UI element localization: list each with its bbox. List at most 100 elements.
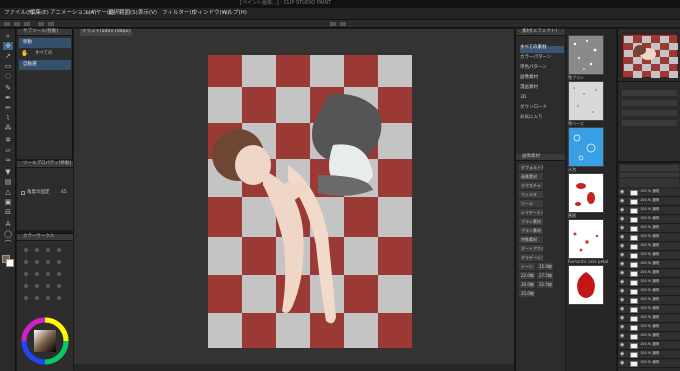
layer-row[interactable]: ◉ 100 % 通常 — [618, 333, 680, 341]
material-category-3d[interactable]: 3D — [520, 95, 564, 103]
material-preset-11[interactable]: トーン — [519, 263, 535, 270]
eye-icon[interactable]: ◉ — [620, 352, 626, 358]
material-preset-6[interactable]: ブラシ素材 — [519, 218, 543, 225]
material-thumb-0[interactable] — [568, 35, 604, 75]
figure-tool-icon[interactable]: △ — [3, 188, 13, 196]
eye-icon[interactable]: ◉ — [620, 361, 626, 367]
material-category-manga[interactable]: 漫画素材 — [520, 85, 564, 93]
pencil-tool-icon[interactable]: ✏ — [3, 104, 13, 112]
material-category-mono-pattern[interactable]: 単色パターン — [520, 65, 564, 73]
eye-icon[interactable]: ◉ — [620, 298, 626, 304]
move-tool-icon[interactable]: ✥ — [3, 42, 13, 50]
eye-icon[interactable]: ◉ — [620, 271, 626, 277]
material-thumb-3[interactable] — [568, 173, 604, 213]
blend-mode-select[interactable] — [620, 165, 679, 171]
ruler-tool-icon[interactable]: ⊟ — [3, 208, 13, 216]
gradient-tool-icon[interactable]: ▤ — [3, 178, 13, 186]
layer-row[interactable]: ◉ 100 % 通常 — [618, 324, 680, 332]
layer-row[interactable]: ◉ 100 % 通常 — [618, 225, 680, 233]
layer-row[interactable]: ◉ 100 % 通常 — [618, 243, 680, 251]
layer-opacity-slider[interactable] — [620, 173, 679, 177]
material-preset-2[interactable]: テクスチャ — [519, 182, 543, 189]
balloon-tool-icon[interactable]: ◯ — [3, 230, 13, 238]
open-icon[interactable] — [14, 22, 20, 26]
material-thumb-4[interactable] — [568, 219, 604, 259]
save-icon[interactable] — [24, 22, 30, 26]
lasso-tool-icon[interactable]: ◌ — [3, 72, 13, 80]
layer-row[interactable]: ◉ 100 % 通常 — [618, 306, 680, 314]
layer-row[interactable]: ◉ 100 % 通常 — [618, 279, 680, 287]
material-preset-small-1[interactable]: 22.0線 — [519, 272, 535, 279]
navigator-preview[interactable] — [623, 35, 678, 78]
layer-row[interactable]: ◉ 100 % 通常 — [618, 189, 680, 197]
blend-tool-icon[interactable]: ≈ — [3, 156, 13, 164]
color-set-grid[interactable] — [21, 244, 69, 314]
eye-icon[interactable]: ◉ — [620, 316, 626, 322]
layer-row[interactable]: ◉ 100 % 通常 — [618, 198, 680, 206]
eye-icon[interactable]: ◉ — [620, 235, 626, 241]
material-category-all[interactable]: すべての素材 — [520, 45, 564, 53]
eye-icon[interactable]: ◉ — [620, 334, 626, 340]
eye-icon[interactable]: ◉ — [620, 208, 626, 214]
layer-row[interactable]: ◉ 100 % 通常 — [618, 297, 680, 305]
material-preset-0[interactable]: デフォルトカラ — [519, 164, 543, 171]
decoration-tool-icon[interactable]: ✲ — [3, 136, 13, 144]
color-wheel[interactable] — [21, 317, 69, 365]
angle-fix-value[interactable]: 45 — [61, 190, 67, 196]
material-thumb-5[interactable] — [568, 265, 604, 305]
rotate-icon[interactable] — [340, 22, 346, 26]
text-tool-icon[interactable]: A — [3, 220, 13, 228]
material-thumb-1[interactable] — [568, 81, 604, 121]
layer-row[interactable]: ◉ 100 % 通常 — [618, 315, 680, 323]
eyedropper-tool-icon[interactable]: ✎ — [3, 84, 13, 92]
eye-icon[interactable]: ◉ — [620, 190, 626, 196]
zoom-icon[interactable] — [330, 22, 336, 26]
eye-icon[interactable]: ◉ — [620, 325, 626, 331]
sub-color-swatch[interactable] — [6, 259, 14, 267]
angle-fix-checkbox[interactable] — [21, 191, 25, 195]
layer-row[interactable]: ◉ 100 % 通常 — [618, 342, 680, 350]
layer-row[interactable]: ◉ 100 % 通常 — [618, 252, 680, 260]
airbrush-tool-icon[interactable]: ⁂ — [3, 124, 13, 132]
illustration-canvas[interactable] — [208, 55, 412, 348]
menu-filter[interactable]: フィルター(I) — [162, 10, 195, 17]
subtool-item-move[interactable]: 移動 — [19, 38, 71, 48]
brush-tool-icon[interactable]: ⌇ — [3, 114, 13, 122]
zoom-tool-icon[interactable]: ⌕ — [3, 32, 13, 40]
menu-edit[interactable]: 編集(E) — [30, 10, 49, 17]
material-preset-small-3[interactable]: 30.0線 — [519, 281, 535, 288]
material-preset-3[interactable]: フィルタ — [519, 191, 543, 198]
eye-icon[interactable]: ◉ — [620, 262, 626, 268]
material-preset-10[interactable]: グラデーション — [519, 254, 543, 261]
menu-view[interactable]: 表示(V) — [138, 10, 157, 17]
eye-icon[interactable]: ◉ — [620, 217, 626, 223]
material-category-image[interactable]: 画像素材 — [520, 75, 564, 83]
pen-tool-icon[interactable]: ✒ — [3, 94, 13, 102]
material-preset-9[interactable]: オートアクション — [519, 245, 543, 252]
eye-icon[interactable]: ◉ — [620, 253, 626, 259]
material-preset-7[interactable]: プラン素材 — [519, 227, 543, 234]
fill-tool-icon[interactable]: ▼ — [3, 168, 13, 176]
eraser-tool-icon[interactable]: ▱ — [3, 146, 13, 154]
eye-icon[interactable]: ◉ — [620, 199, 626, 205]
layer-row[interactable]: ◉ 100 % 通常 — [618, 360, 680, 368]
material-preset-small-0[interactable]: 15.0線 — [537, 263, 553, 270]
layer-row[interactable]: ◉ 100 % 通常 — [618, 216, 680, 224]
layer-row[interactable]: ◉ 100 % 通常 — [618, 261, 680, 269]
material-category-color-pattern[interactable]: カラーパターン — [520, 55, 564, 63]
material-preset-5[interactable]: レイヤーテンプレート — [519, 209, 543, 216]
material-preset-small-2[interactable]: 27.5線 — [537, 272, 553, 279]
layer-row[interactable]: ◉ 100 % 通常 — [618, 207, 680, 215]
frame-tool-icon[interactable]: ▣ — [3, 198, 13, 206]
material-category-favorites[interactable]: お気に入り — [520, 115, 564, 123]
operation-tool-icon[interactable]: ➚ — [3, 52, 13, 60]
material-preset-1[interactable]: 画像素材 — [519, 173, 543, 180]
redo-icon[interactable] — [48, 22, 54, 26]
material-preset-small-4[interactable]: 32.5線 — [537, 281, 553, 288]
layer-row[interactable]: ◉ 100 % 通常 — [618, 234, 680, 242]
subtool-item-all[interactable]: すべての — [31, 49, 71, 59]
eye-icon[interactable]: ◉ — [620, 226, 626, 232]
correction-tool-icon[interactable]: ⌒ — [3, 240, 13, 248]
undo-icon[interactable] — [38, 22, 44, 26]
menu-selection[interactable]: 選択範囲(S) — [108, 10, 138, 17]
